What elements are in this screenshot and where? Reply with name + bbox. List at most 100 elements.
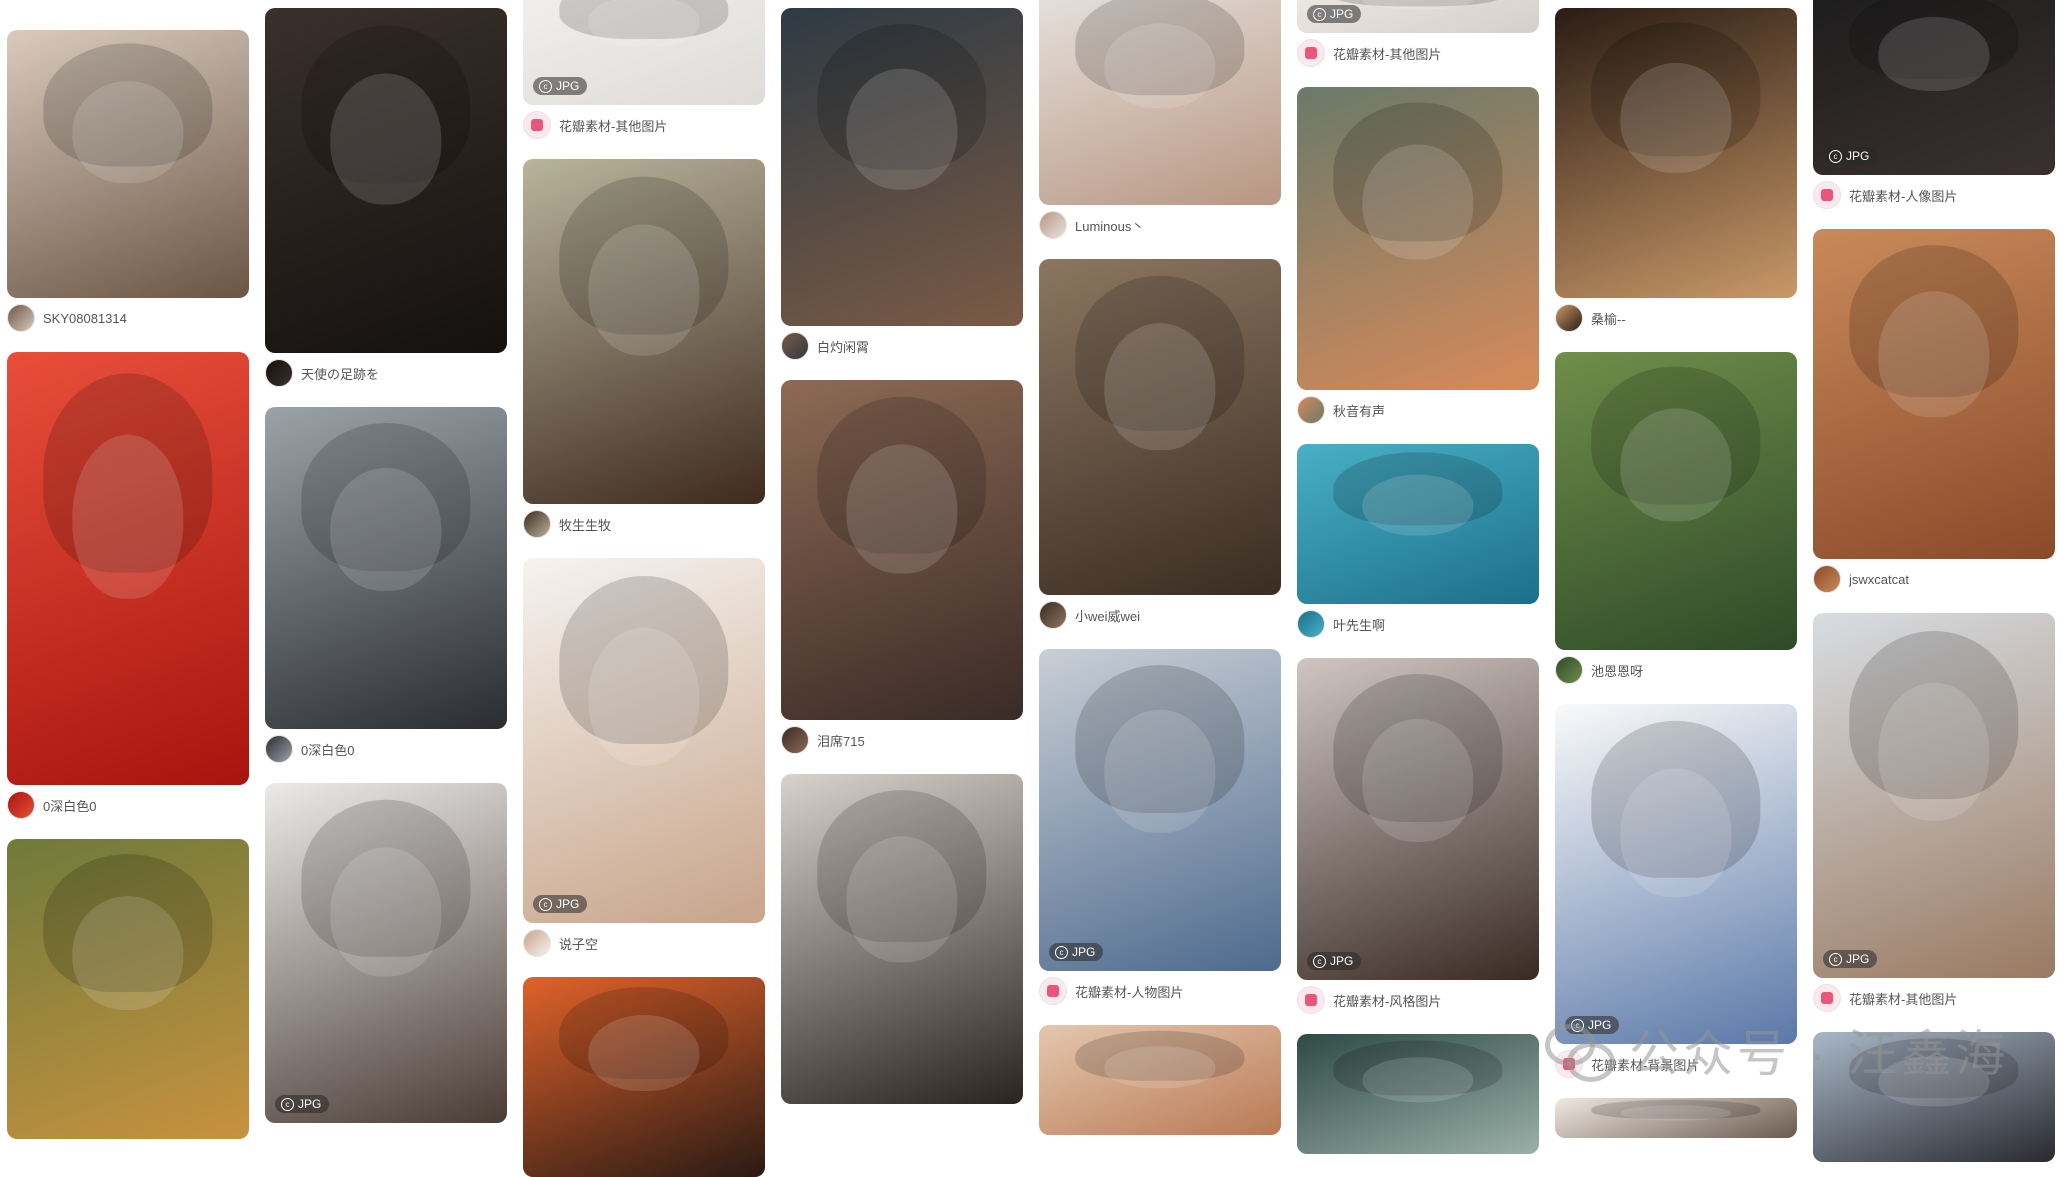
pin-image[interactable] (265, 407, 507, 729)
pin-image[interactable] (1297, 1034, 1539, 1154)
pin-card[interactable]: 桑榆-- (1555, 8, 1797, 332)
pin-image[interactable] (1039, 1025, 1281, 1135)
avatar[interactable] (7, 304, 35, 332)
board-icon[interactable] (1297, 39, 1325, 67)
pin-card[interactable]: 小wei威wei (1039, 259, 1281, 629)
author-name[interactable]: 花瓣素材-风格图片 (1333, 991, 1441, 1010)
pin-meta[interactable]: 池恩恩呀 (1555, 656, 1797, 684)
pin-image[interactable] (781, 8, 1023, 326)
pin-card[interactable]: c JPG 花瓣素材-人物图片 (1039, 649, 1281, 1005)
avatar[interactable] (1555, 304, 1583, 332)
pin-meta[interactable]: 花瓣素材-其他图片 (1297, 39, 1539, 67)
pin-card[interactable]: jswxcatcat (1813, 229, 2055, 593)
pin-image[interactable]: c JPG (523, 558, 765, 923)
pin-image[interactable] (7, 30, 249, 298)
pin-meta[interactable]: 花瓣素材-人像图片 (1813, 181, 2055, 209)
pin-card[interactable]: 泪席715 (781, 380, 1023, 754)
board-icon[interactable] (1813, 181, 1841, 209)
avatar[interactable] (523, 510, 551, 538)
avatar[interactable] (781, 726, 809, 754)
pin-card[interactable]: 牧生生牧 (523, 159, 765, 538)
pin-image[interactable] (1555, 1098, 1797, 1138)
pin-image[interactable]: c JPG (1813, 613, 2055, 978)
avatar[interactable] (1813, 565, 1841, 593)
pin-meta[interactable]: jswxcatcat (1813, 565, 2055, 593)
avatar[interactable] (1039, 601, 1067, 629)
author-name[interactable]: 叶先生啊 (1333, 615, 1385, 634)
author-name[interactable]: Luminous丶 (1075, 216, 1144, 235)
pin-image[interactable] (1813, 1032, 2055, 1162)
author-name[interactable]: 0深白色0 (301, 740, 354, 759)
pin-card[interactable]: 天使の足跡を (265, 8, 507, 387)
pin-card[interactable] (523, 977, 765, 1177)
author-name[interactable]: 桑榆-- (1591, 309, 1626, 328)
board-icon[interactable] (1813, 984, 1841, 1012)
board-icon[interactable] (1039, 977, 1067, 1005)
pin-meta[interactable]: 花瓣素材-其他图片 (523, 111, 765, 139)
pin-image[interactable] (1039, 0, 1281, 205)
author-name[interactable]: 花瓣素材-其他图片 (1333, 44, 1441, 63)
pin-meta[interactable]: 花瓣素材-风格图片 (1297, 986, 1539, 1014)
pin-meta[interactable]: 小wei威wei (1039, 601, 1281, 629)
pin-meta[interactable]: 说子空 (523, 929, 765, 957)
board-icon[interactable] (1297, 986, 1325, 1014)
pin-meta[interactable]: 花瓣素材-背景图片 (1555, 1050, 1797, 1078)
pin-card[interactable]: Luminous丶 (1039, 0, 1281, 239)
pin-meta[interactable]: 泪席715 (781, 726, 1023, 754)
avatar[interactable] (7, 791, 35, 819)
pin-image[interactable]: c JPG (265, 783, 507, 1123)
pin-image[interactable]: c JPG (523, 0, 765, 105)
pin-image[interactable] (265, 8, 507, 353)
avatar[interactable] (1039, 211, 1067, 239)
author-name[interactable]: 0深白色0 (43, 796, 96, 815)
pin-meta[interactable]: 0深白色0 (7, 791, 249, 819)
pin-meta[interactable]: 叶先生啊 (1297, 610, 1539, 638)
author-name[interactable]: 花瓣素材-人物图片 (1075, 982, 1183, 1001)
pin-image[interactable] (781, 774, 1023, 1104)
board-icon[interactable] (523, 111, 551, 139)
pin-card[interactable]: SKY08081314 (7, 30, 249, 332)
pin-card[interactable]: 叶先生啊 (1297, 444, 1539, 638)
author-name[interactable]: 牧生生牧 (559, 515, 611, 534)
pin-card[interactable] (781, 774, 1023, 1104)
pin-image[interactable] (1555, 352, 1797, 650)
author-name[interactable]: 泪席715 (817, 731, 865, 750)
pin-meta[interactable]: 白灼闲霄 (781, 332, 1023, 360)
author-name[interactable]: 花瓣素材-背景图片 (1591, 1055, 1699, 1074)
pin-card[interactable]: 白灼闲霄 (781, 8, 1023, 360)
pin-card[interactable]: 0深白色0 (7, 352, 249, 819)
author-name[interactable]: 小wei威wei (1075, 606, 1140, 625)
author-name[interactable]: SKY08081314 (43, 311, 127, 326)
avatar[interactable] (1297, 610, 1325, 638)
pin-card[interactable]: c JPG 花瓣素材-其他图片 (1813, 613, 2055, 1012)
avatar[interactable] (265, 359, 293, 387)
pin-image[interactable] (1297, 87, 1539, 390)
pin-image[interactable]: c JPG (1555, 704, 1797, 1044)
pin-image[interactable] (7, 839, 249, 1139)
pin-image[interactable] (781, 380, 1023, 720)
pin-card[interactable]: 秋音有声 (1297, 87, 1539, 424)
pin-image[interactable]: c JPG (1297, 658, 1539, 980)
pin-image[interactable] (1555, 8, 1797, 298)
pin-meta[interactable]: 0深白色0 (265, 735, 507, 763)
pin-image[interactable] (523, 159, 765, 504)
avatar[interactable] (265, 735, 293, 763)
pin-card[interactable]: c JPG 花瓣素材-人像图片 (1813, 0, 2055, 209)
avatar[interactable] (1555, 656, 1583, 684)
pin-card[interactable] (1039, 1025, 1281, 1135)
author-name[interactable]: 白灼闲霄 (817, 337, 869, 356)
pin-card[interactable]: c JPG 说子空 (523, 558, 765, 957)
pin-meta[interactable]: 桑榆-- (1555, 304, 1797, 332)
pin-image[interactable] (523, 977, 765, 1177)
pin-meta[interactable]: 花瓣素材-人物图片 (1039, 977, 1281, 1005)
pin-image[interactable]: c JPG (1297, 0, 1539, 33)
pin-card[interactable] (1813, 1032, 2055, 1162)
pin-image[interactable] (1813, 229, 2055, 559)
author-name[interactable]: 说子空 (559, 934, 598, 953)
pin-card[interactable] (1555, 1098, 1797, 1138)
avatar[interactable] (1297, 396, 1325, 424)
pin-image[interactable] (1039, 259, 1281, 595)
pin-image[interactable] (1297, 444, 1539, 604)
pin-meta[interactable]: 天使の足跡を (265, 359, 507, 387)
avatar[interactable] (523, 929, 551, 957)
